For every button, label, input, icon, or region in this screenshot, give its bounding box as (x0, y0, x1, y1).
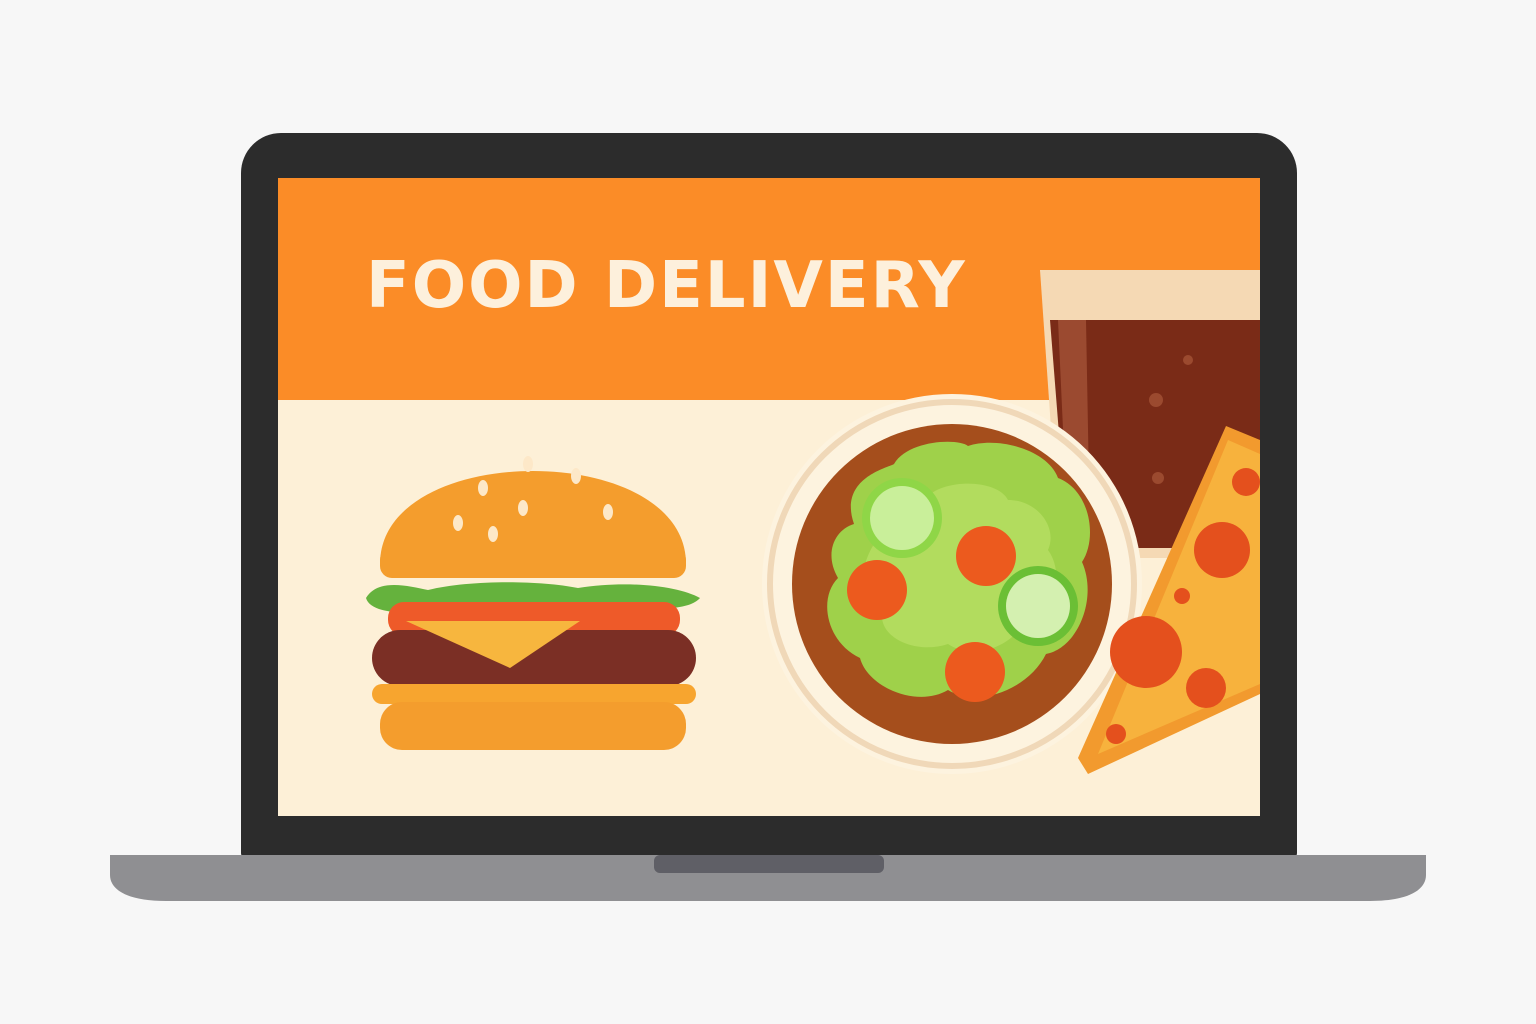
laptop-screen: FOOD DELIVERY (278, 178, 1260, 816)
salad-bowl-icon (762, 394, 1142, 774)
page-title: FOOD DELIVERY (366, 249, 967, 323)
burger-icon (366, 456, 700, 750)
laptop-base (110, 855, 1426, 901)
laptop-notch (654, 855, 884, 873)
